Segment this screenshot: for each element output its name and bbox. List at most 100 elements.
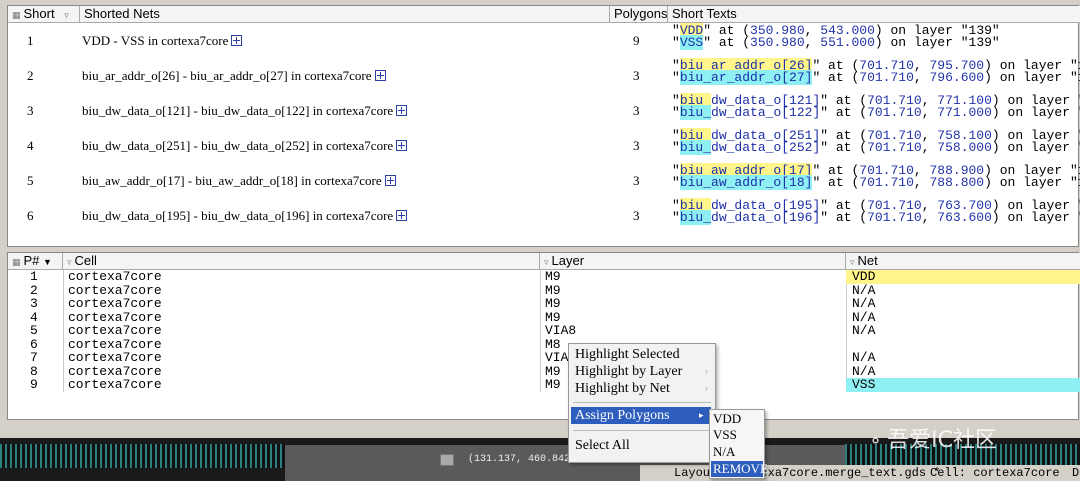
shorted-nets: biu_dw_data_o[195] - biu_dw_data_o[196] … bbox=[82, 198, 408, 233]
polygon-row[interactable]: 6 cortexa7core M8 bbox=[8, 337, 1078, 352]
menu-item-select-all[interactable]: Select All bbox=[575, 437, 630, 454]
net-name: VSS bbox=[679, 35, 704, 50]
short-row[interactable]: 5 biu_aw_addr_o[17] - biu_aw_addr_o[18] i… bbox=[8, 163, 1080, 200]
select-all-icon[interactable]: ▦ bbox=[12, 10, 21, 20]
polygon-count: 3 bbox=[633, 103, 640, 118]
polygon-count: 3 bbox=[633, 208, 640, 223]
shorts-table: ▦ Short ▿ Shorted Nets Polygons Short Tex… bbox=[7, 5, 1080, 247]
short-row[interactable]: 4 biu_dw_data_o[251] - biu_dw_data_o[252]… bbox=[8, 128, 1080, 163]
net-cell: N/A bbox=[846, 351, 1080, 365]
short-text-line: "biu_dw_data_o[196]" at (701.710, 763.60… bbox=[672, 210, 1080, 225]
column-header-cell[interactable]: ▿ Cell bbox=[63, 253, 540, 270]
short-text-line: "biu_aw_addr_o[18]" at (701.710, 788.800… bbox=[672, 175, 1080, 190]
current-cell: Cell: cortexa7core bbox=[930, 466, 1060, 480]
coordinate-button[interactable] bbox=[440, 454, 454, 466]
select-all-icon[interactable]: ▦ bbox=[12, 257, 21, 267]
short-row[interactable]: 1 VDD - VSS in cortexa7core 9 "VDD" at (350… bbox=[8, 23, 1078, 58]
short-number: 4 bbox=[27, 138, 34, 153]
short-number: 1 bbox=[27, 33, 34, 48]
short-text-line: "biu_dw_data_o[252]" at (701.710, 758.00… bbox=[672, 140, 1080, 155]
expand-icon[interactable] bbox=[374, 70, 386, 81]
net-value: VSS bbox=[852, 377, 876, 392]
shorted-nets-text: biu_dw_data_o[121] - biu_dw_data_o[122] … bbox=[82, 103, 394, 118]
coord-x: 350.980 bbox=[750, 35, 805, 50]
net-name-highlight: biu_ bbox=[679, 210, 712, 225]
net-name-rest: dw_data_o[122] bbox=[711, 105, 821, 120]
coord-y: 758.000 bbox=[937, 140, 992, 155]
polygon-row[interactable]: 5 cortexa7core VIA8 N/A bbox=[8, 324, 1078, 338]
cell-name: cortexa7core bbox=[68, 323, 162, 338]
shorted-nets: biu_ar_addr_o[26] - biu_ar_addr_o[27] in… bbox=[82, 58, 386, 93]
short-number: 6 bbox=[27, 208, 34, 223]
net-cell: VDD bbox=[846, 270, 1080, 284]
submenu-item-na[interactable]: N/A bbox=[713, 444, 735, 460]
column-header-net[interactable]: ▿ Net bbox=[846, 253, 1080, 270]
column-header-shorted-nets[interactable]: Shorted Nets bbox=[80, 6, 610, 23]
short-texts: "biu_dw_data_o[195]" at (701.710, 763.70… bbox=[672, 198, 1080, 235]
on-layer-word: on layer bbox=[1007, 105, 1070, 120]
net-name: biu_ar_addr_o[27] bbox=[679, 70, 813, 85]
submenu-arrow-icon: › bbox=[705, 366, 708, 376]
submenu-arrow-icon: ▸ bbox=[699, 410, 704, 420]
menu-item-assign-polygons[interactable]: Assign Polygons ▸ bbox=[571, 407, 711, 424]
net-cell: N/A bbox=[846, 283, 1080, 298]
polygon-row[interactable]: 7 cortexa7core VIA8 N/A bbox=[8, 351, 1078, 365]
submenu-item-vdd[interactable]: VDD bbox=[713, 411, 741, 427]
expand-icon[interactable] bbox=[231, 35, 243, 46]
submenu-item-remove[interactable]: REMOVE bbox=[711, 461, 768, 477]
net-name-highlight: biu_ bbox=[679, 105, 712, 120]
layer-name: M9 bbox=[545, 296, 561, 311]
polygon-row[interactable]: 8 cortexa7core M9 N/A bbox=[8, 364, 1078, 379]
polygon-number: 3 bbox=[30, 296, 38, 311]
shorted-nets-text: VDD - VSS in cortexa7core bbox=[82, 33, 229, 48]
column-header-polygons[interactable]: Polygons bbox=[610, 6, 668, 23]
filter-icon[interactable]: ▿ bbox=[64, 10, 69, 20]
polygon-row[interactable]: 1 cortexa7core M9 VDD bbox=[8, 269, 1080, 284]
coord-y: 796.600 bbox=[929, 70, 985, 85]
on-layer-word: on layer bbox=[1007, 140, 1070, 155]
menu-item-highlight-selected[interactable]: Highlight Selected bbox=[575, 346, 680, 363]
expand-icon[interactable] bbox=[396, 105, 408, 116]
filter-icon[interactable]: ▿ bbox=[544, 257, 549, 267]
layer-name: M9 bbox=[545, 377, 561, 392]
sort-down-icon[interactable]: ▼ bbox=[43, 257, 52, 267]
submenu-item-vss[interactable]: VSS bbox=[713, 427, 737, 443]
polygon-number: 9 bbox=[30, 377, 38, 392]
menu-item-highlight-by-net[interactable]: Highlight by Net › bbox=[575, 380, 708, 397]
short-texts: "biu_aw_addr_o[17]" at (701.710, 788.900… bbox=[672, 163, 1080, 200]
status-line: Layout: cortexa7core.merge_text.gds * Ce… bbox=[640, 465, 1080, 481]
on-layer-word: on layer bbox=[999, 175, 1063, 190]
shorted-nets: biu_dw_data_o[121] - biu_dw_data_o[122] … bbox=[82, 93, 408, 128]
short-row[interactable]: 2 biu_ar_addr_o[26] - biu_ar_addr_o[27] i… bbox=[8, 58, 1080, 93]
column-header-short[interactable]: ▦ Short ▿ bbox=[8, 6, 80, 23]
column-header-short-texts[interactable]: Short Texts bbox=[668, 6, 1080, 23]
short-row[interactable]: 3 biu_dw_data_o[121] - biu_dw_data_o[122]… bbox=[8, 93, 1080, 128]
net-value: N/A bbox=[852, 350, 876, 365]
watermark: ⚬ 吾爱IC社区 bbox=[868, 428, 997, 453]
net-cell: N/A bbox=[846, 324, 1080, 338]
net-cell: VSS bbox=[846, 378, 1080, 392]
polygon-number: 7 bbox=[30, 350, 38, 365]
polygon-row[interactable]: 4 cortexa7core M9 N/A bbox=[8, 310, 1078, 325]
at-word: at bbox=[718, 35, 735, 50]
short-row[interactable]: 6 biu_dw_data_o[195] - biu_dw_data_o[196]… bbox=[8, 198, 1080, 235]
polygon-row[interactable]: 9 cortexa7core M9 VSS bbox=[8, 377, 1080, 392]
menu-item-highlight-by-layer[interactable]: Highlight by Layer › bbox=[575, 363, 708, 380]
coord-x: 701.710 bbox=[867, 140, 922, 155]
cursor-coordinates: (131.137, 460.842) bbox=[468, 454, 577, 465]
column-header-p[interactable]: ▦ P# ▼ bbox=[8, 253, 63, 270]
expand-icon[interactable] bbox=[384, 175, 396, 186]
expand-icon[interactable] bbox=[396, 140, 408, 151]
at-word: at bbox=[828, 70, 844, 85]
net-value: N/A bbox=[852, 296, 876, 311]
expand-icon[interactable] bbox=[396, 210, 408, 221]
layer-name: M9 bbox=[545, 269, 561, 284]
at-word: at bbox=[835, 105, 852, 120]
filter-icon[interactable]: ▿ bbox=[850, 257, 855, 267]
polygon-row[interactable]: 2 cortexa7core M9 N/A bbox=[8, 283, 1080, 298]
polygon-row[interactable]: 3 cortexa7core M9 N/A bbox=[8, 297, 1078, 311]
column-header-layer[interactable]: ▿ Layer bbox=[540, 253, 846, 270]
layer-number: "135" bbox=[1069, 70, 1080, 85]
filter-icon[interactable]: ▿ bbox=[67, 257, 72, 267]
layer-name: VIA8 bbox=[545, 323, 577, 338]
